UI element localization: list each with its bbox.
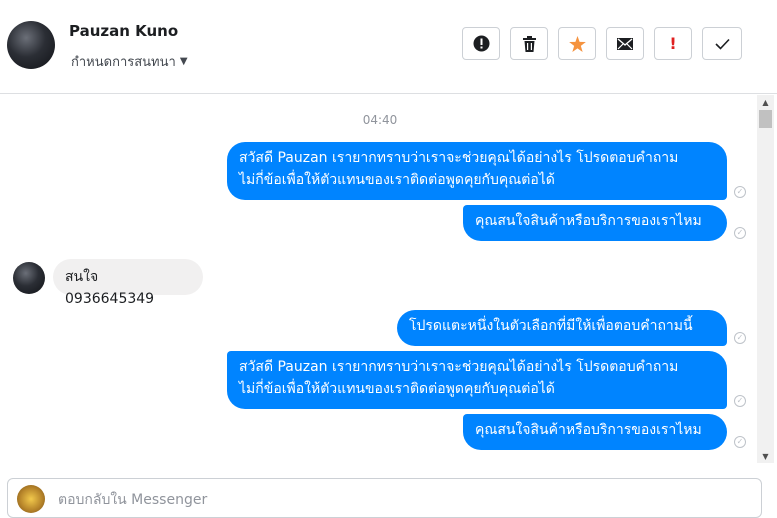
outgoing-message[interactable]: คุณสนใจสินค้าหรือบริการของเราไหม [463,414,727,450]
check-icon [714,38,730,50]
scroll-thumb[interactable] [759,110,772,128]
outgoing-message[interactable]: คุณสนใจสินค้าหรือบริการของเราไหม [463,205,727,241]
seen-check-icon: ✓ [734,332,746,344]
contact-avatar[interactable] [7,21,55,69]
scroll-down-arrow-icon[interactable]: ▼ [757,449,774,463]
contact-name[interactable]: Pauzan Kuno [69,22,178,40]
trash-icon [522,35,536,52]
thread-scrollbar[interactable]: ▲ ▼ [757,95,774,463]
message-line: คุณสนใจสินค้าหรือบริการของเราไหม [475,213,702,229]
message-line: สนใจ 0936645349 [65,269,155,307]
message-line: ไม่กี่ข้อเพื่อให้ตัวแทนของเราติดต่อพูดคุ… [239,172,555,188]
message-line: ไม่กี่ข้อเพื่อให้ตัวแทนของเราติดต่อพูดคุ… [239,381,555,397]
delete-button[interactable] [510,27,548,60]
message-line: คุณสนใจสินค้าหรือบริการของเราไหม [475,422,702,438]
exclamation-icon: ! [669,34,677,53]
message-line: สวัสดี Pauzan เรายากทราบว่าเราจะช่วยคุณไ… [239,359,679,375]
star-button[interactable] [558,27,596,60]
alert-circle-icon [473,35,489,52]
mark-unread-button[interactable] [606,27,644,60]
star-icon [568,35,586,52]
conversation-settings-label: กำหนดการสนทนา [71,55,176,70]
reply-input[interactable] [56,491,460,509]
message-timestamp: 04:40 [362,113,398,127]
mark-spam-button[interactable] [462,27,500,60]
seen-check-icon: ✓ [734,436,746,448]
incoming-message[interactable]: สนใจ 0936645349 [53,259,203,307]
conversation-settings-dropdown[interactable]: กำหนดการสนทนา ▼ [71,51,188,72]
envelope-icon [617,37,633,50]
follow-up-button[interactable]: ! [654,27,692,60]
scroll-up-arrow-icon[interactable]: ▲ [757,95,774,109]
outgoing-message[interactable]: โปรดแตะหนึ่งในตัวเลือกที่มีให้เพื่อตอบคำ… [397,310,727,346]
caret-down-icon: ▼ [179,56,188,67]
seen-check-icon: ✓ [734,395,746,407]
message-thread: 04:40 สวัสดี Pauzan เรายากทราบว่าเราจะช่… [0,95,757,463]
mark-done-button[interactable] [702,27,742,60]
outgoing-message[interactable]: สวัสดี Pauzan เรายากทราบว่าเราจะช่วยคุณไ… [227,351,727,409]
outgoing-message[interactable]: สวัสดี Pauzan เรายากทราบว่าเราจะช่วยคุณไ… [227,142,727,200]
conversation-header: Pauzan Kuno กำหนดการสนทนา ▼ ! [0,0,777,94]
message-line: สวัสดี Pauzan เรายากทราบว่าเราจะช่วยคุณไ… [239,150,679,166]
seen-check-icon: ✓ [734,227,746,239]
page-avatar [17,485,45,513]
sender-avatar[interactable] [13,262,45,294]
message-line: โปรดแตะหนึ่งในตัวเลือกที่มีให้เพื่อตอบคำ… [409,318,693,334]
seen-check-icon: ✓ [734,186,746,198]
message-composer [7,478,762,518]
